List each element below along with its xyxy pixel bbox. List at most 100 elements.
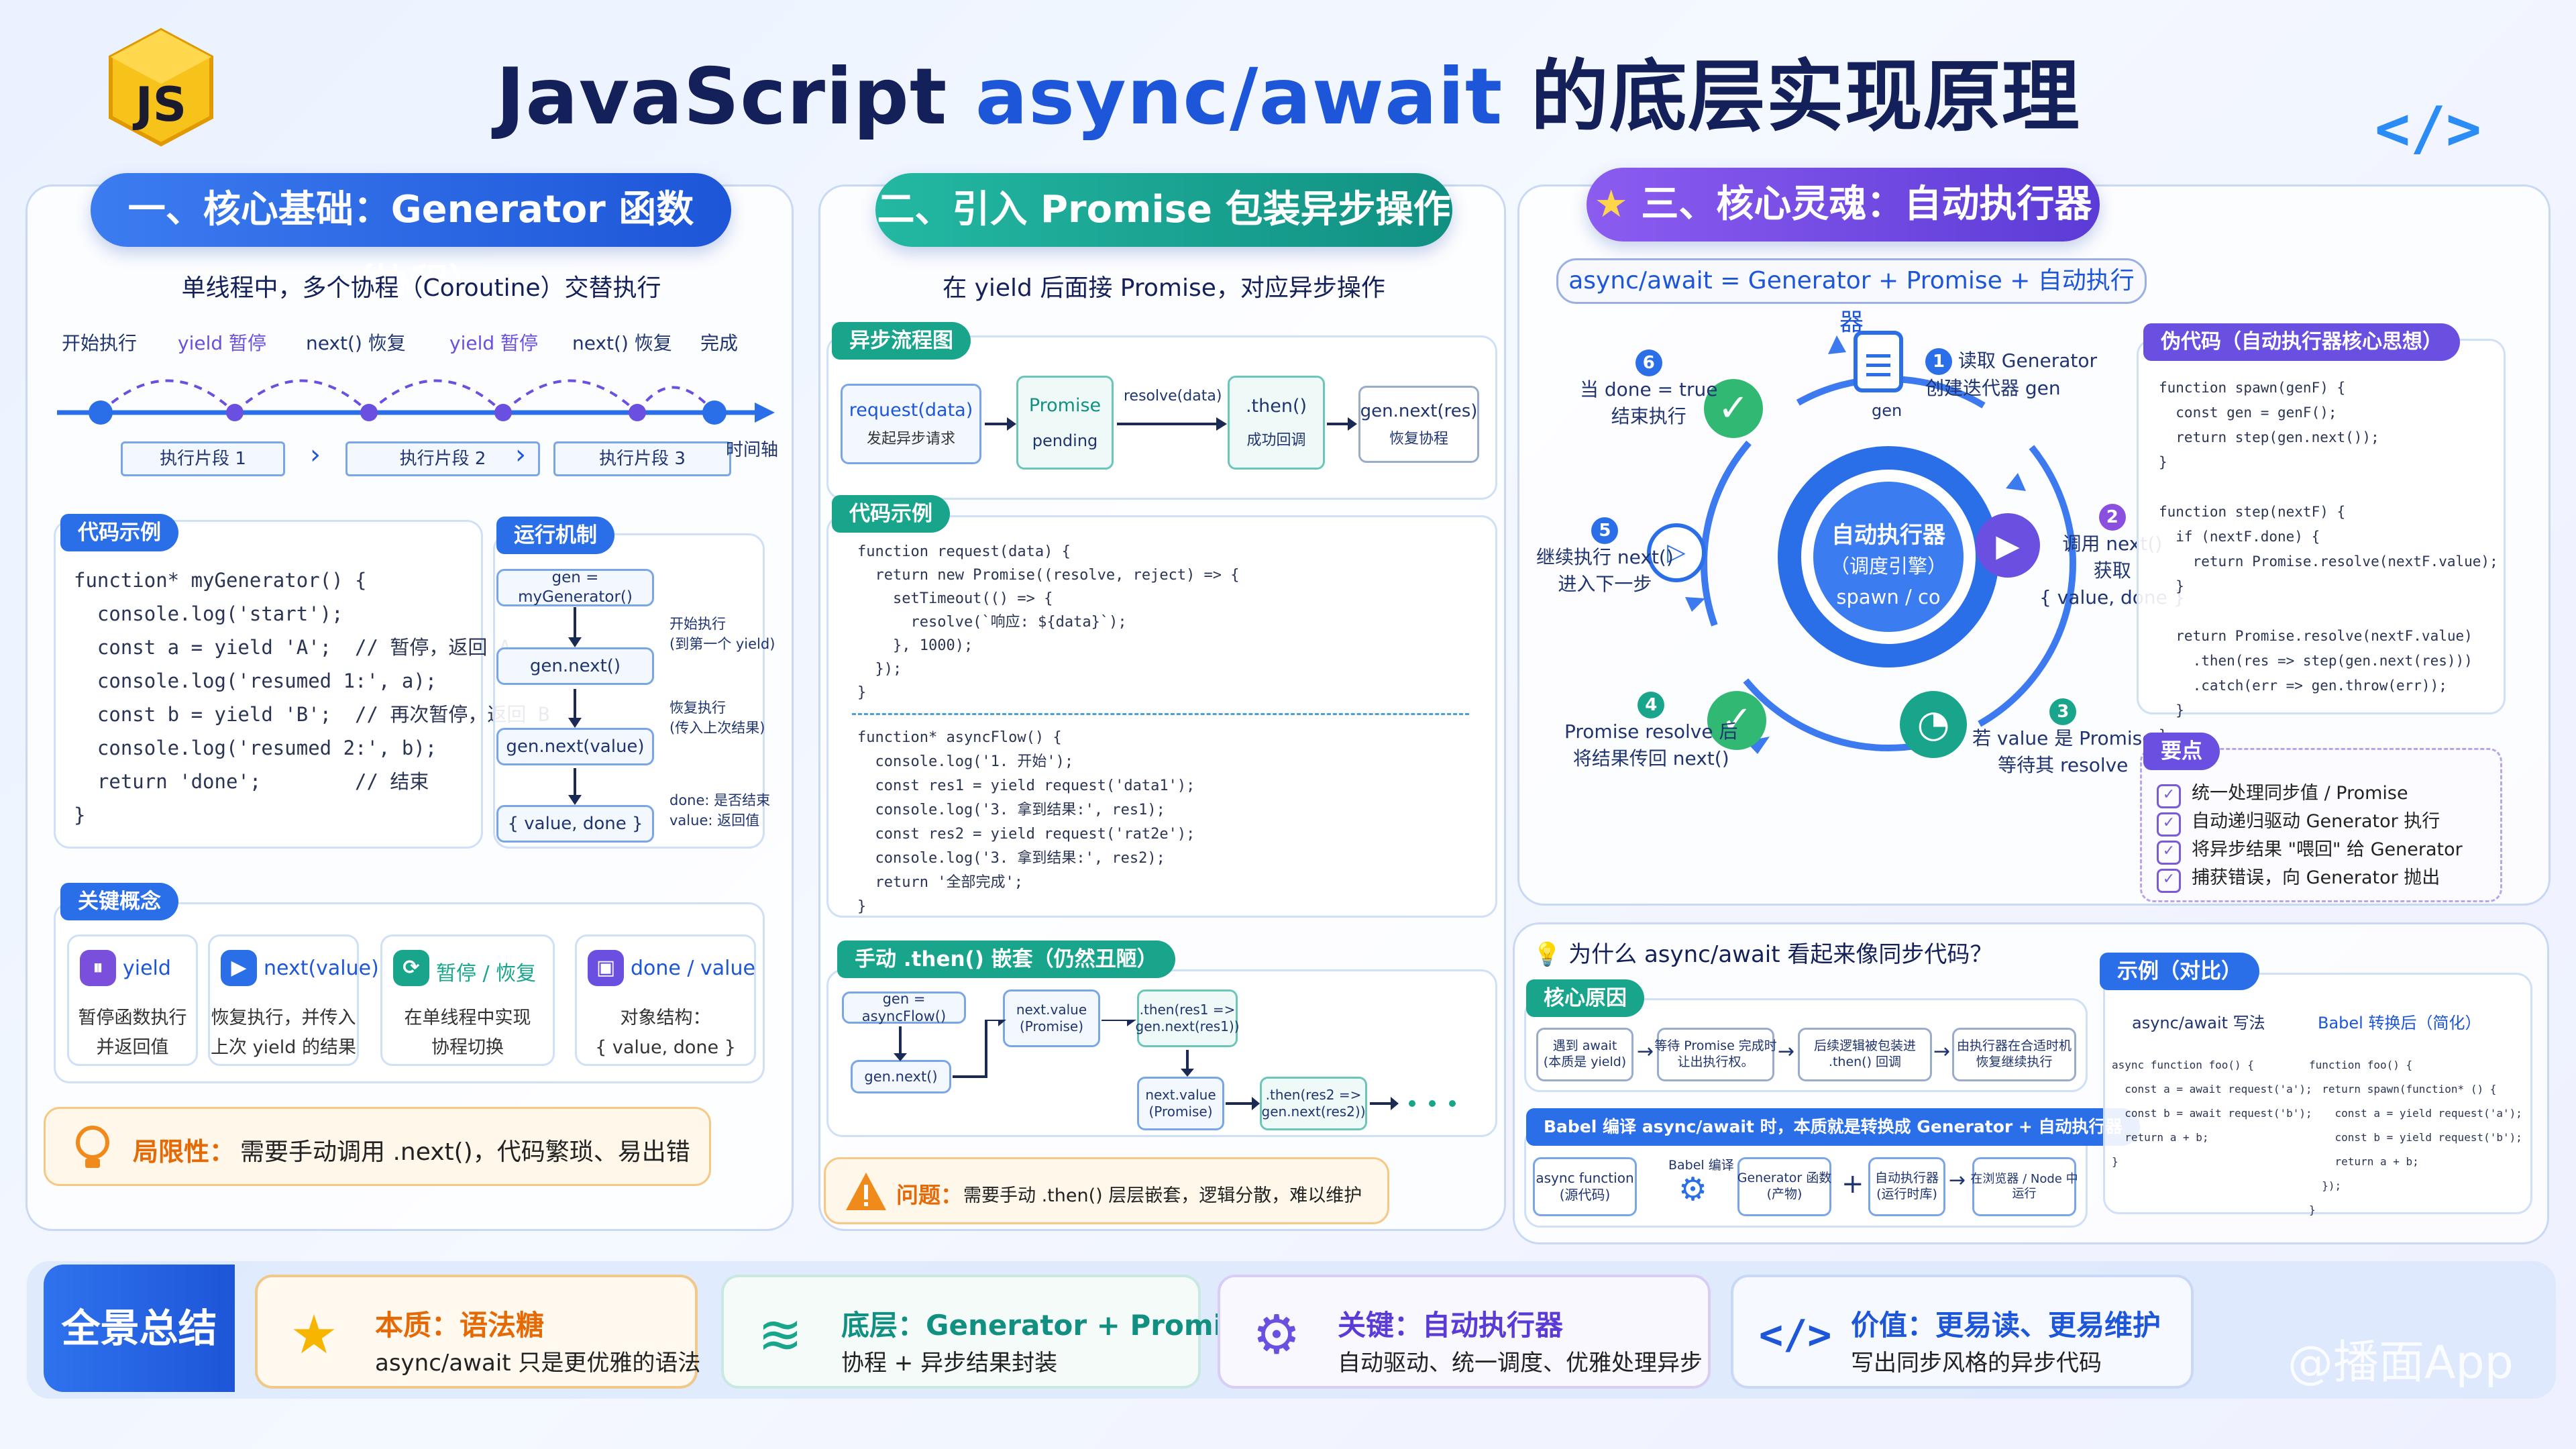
babel-generator: Generator 函数 (产物) [1737,1157,1831,1216]
step-4: 4 Promise resolve 后 将结果传回 next() [1564,691,1738,772]
example-left-code: async function foo() { const a = await r… [2112,1059,2312,1168]
flow-request: request(data) 发起异步请求 [841,384,981,464]
refresh-icon: ⟳ [393,950,429,986]
warning-icon [846,1173,886,1210]
play-icon: ▶ [221,950,257,986]
s2-then-tag: 手动 .then() 嵌套（仍然丑陋） [837,941,1175,978]
step-6: 6当 done = true 结束执行 [1580,349,1718,430]
summary-essence: ★ 本质：语法糖 async/await 只是更优雅的语法 [255,1275,700,1389]
arrow-right-icon: → [1637,1040,1654,1063]
limitation-box: 局限性： 需要手动调用 .next()，代码繁琐、易出错 [44,1107,711,1186]
segment-1: 执行片段 1 [121,441,285,476]
gear-icon: ⚙ [1252,1303,1301,1366]
segment-3: 执行片段 3 [553,441,731,476]
reason-4: 由执行器在合适时机 恢复继续执行 [1952,1028,2076,1081]
layers-icon: ≋ [757,1303,803,1366]
star-icon: ★ [1594,182,1642,226]
yield-icon: ⏸ [80,950,116,986]
s1-mech-tag: 运行机制 [496,517,614,554]
then-box-gen: gen = asyncFlow() [842,991,966,1024]
s4-title: 💡 为什么 async/await 看起来像同步代码？ [1533,941,1993,968]
reason-1: 遇到 await (本质是 yield) [1536,1028,1633,1081]
babel-tag: Babel 编译 async/await 时，本质就是转换成 Generator… [1526,1108,2140,1146]
s1-code-tag: 代码示例 [60,514,178,551]
tl-label-yield1: yield 暂停 [178,332,267,354]
mech-box-result: { value, done } [496,805,654,843]
point-3: 将异步结果 "喂回" 给 Generator [2157,835,2463,865]
chevron-right-icon: › [515,439,526,470]
point-2: 自动递归驱动 Generator 执行 [2157,806,2440,837]
executor-engine: 自动执行器 （调度引擎） spawn / co [1829,522,1947,608]
reason-tag: 核心原因 [1526,979,1644,1017]
code-bracket-icon: </> [1759,1311,1832,1358]
summary-value: </> 价值：更易读、更易维护 写出同步风格的异步代码 [1731,1275,2194,1389]
star-icon: ★ [290,1303,338,1366]
time-axis-label: 时间轴 [726,440,779,460]
flow-gen-next: gen.next(res) 恢复协程 [1358,386,1479,463]
mech-note-1: 开始执行 (到第一个 yield) [669,616,775,652]
concept-next: ▶ next(value) 恢复执行，并传入 上次 yield 的结果 [208,934,379,1066]
step-3: 3若 value 是 Promise 等待其 resolve [1972,698,2153,779]
example-left-title: async/await 写法 [2132,1014,2265,1032]
section2-title: 二、引入 Promise 包装异步操作 [875,173,1452,247]
play-icon: ▶ [1976,513,2040,578]
lightbulb-icon [76,1126,109,1168]
arrow-right-icon: → [1933,1040,1951,1063]
asyncflow-code: function* asyncFlow() { console.log('1. … [857,729,1195,915]
summary-underlying: ≋ 底层：Generator + Promise 协程 + 异步结果封装 [721,1275,1258,1389]
s2-subtitle: 在 yield 后面接 Promise，对应异步操作 [943,274,1385,302]
clock-icon: ◔ [1900,691,1967,758]
s2-code-tag: 代码示例 [832,495,950,533]
gen-label: gen [1872,401,1902,420]
box-icon: ▣ [588,950,624,986]
s1-concepts-tag: 关键概念 [60,883,178,920]
babel-source: async function (源代码) [1533,1157,1637,1216]
tl-label-start: 开始执行 [62,332,138,354]
formula-box: async/await = Generator + Promise + 自动执行… [1556,258,2147,336]
problem-box: 问题： 需要手动 .then() 层层嵌套，逻辑分散，难以维护 [824,1157,1389,1224]
then-arrows [894,1020,1456,1110]
spawn-pseudocode: function spawn(genF) { const gen = genF(… [2159,380,2498,743]
mech-box-gen: gen = myGenerator() [496,569,654,606]
mech-note-3: done: 是否结束 value: 返回值 [669,792,771,828]
concept-yield: ⏸ yield 暂停函数执行 并返回值 [67,934,198,1066]
summary-label: 全景总结 [44,1265,235,1392]
concept-pause-resume: ⟳ 暂停 / 恢复 在单线程中实现 协程切换 [380,934,555,1066]
reason-3: 后续逻辑被包装进 .then() 回调 [1798,1028,1932,1081]
s1-subtitle: 单线程中，多个协程（Coroutine）交替执行 [181,274,661,302]
mech-arrows [568,607,582,805]
watermark: @播面App [2288,1336,2514,1389]
s2-flow-tag: 异步流程图 [832,322,971,360]
tl-label-next2: next() 恢复 [572,332,672,354]
segment-2: 执行片段 2 [345,441,540,476]
generator-code: function* myGenerator() { console.log('s… [74,569,549,826]
points-tag: 要点 [2143,733,2220,770]
point-1: 统一处理同步值 / Promise [2157,778,2408,808]
lightbulb-icon: 💡 [1533,941,1562,968]
example-right-code: function foo() { return spawn(function* … [2309,1059,2522,1216]
gear-icon: ⚙ [1678,1171,1708,1208]
section3-title: ★ 三、核心灵魂：自动执行器 [1587,168,2100,241]
arrow-right-icon: → [1949,1169,1966,1192]
point-4: 捕获错误，向 Generator 抛出 [2157,863,2440,893]
pseudo-tag: 伪代码（自动执行器核心思想） [2143,323,2460,361]
plus-icon: + [1841,1169,1864,1199]
page-title: JavaScript async/await 的底层实现原理 [496,52,2080,142]
example-right-title: Babel 转换后（简化） [2318,1014,2481,1032]
document-icon [1854,331,1903,392]
step-5: 5 继续执行 next() 进入下一步 [1536,517,1674,598]
tl-label-done: 完成 [700,332,739,354]
mech-note-2: 恢复执行 (传入上次结果) [669,700,765,736]
code-bracket-icon: </> [2375,94,2481,163]
babel-runtime: 自动执行器 (运行时库) [1868,1157,1945,1216]
tl-label-next1: next() 恢复 [306,332,406,354]
header: JS JavaScript async/await 的底层实现原理 </> [0,0,2576,163]
chevron-right-icon: › [310,439,321,470]
concept-done-value: ▣ done / value 对象结构： { value, done } [575,934,756,1066]
arrow-right-icon: → [1778,1040,1795,1063]
step-1: 1 读取 Generator 创建迭代器 gen [1925,348,2097,399]
code-divider [852,713,1469,715]
section1-title: 一、核心基础：Generator 函数（协程） [91,173,731,305]
flow-arrows [985,417,1357,431]
summary-key: ⚙ 关键：自动执行器 自动驱动、统一调度、优雅处理异步 [1218,1275,1711,1389]
